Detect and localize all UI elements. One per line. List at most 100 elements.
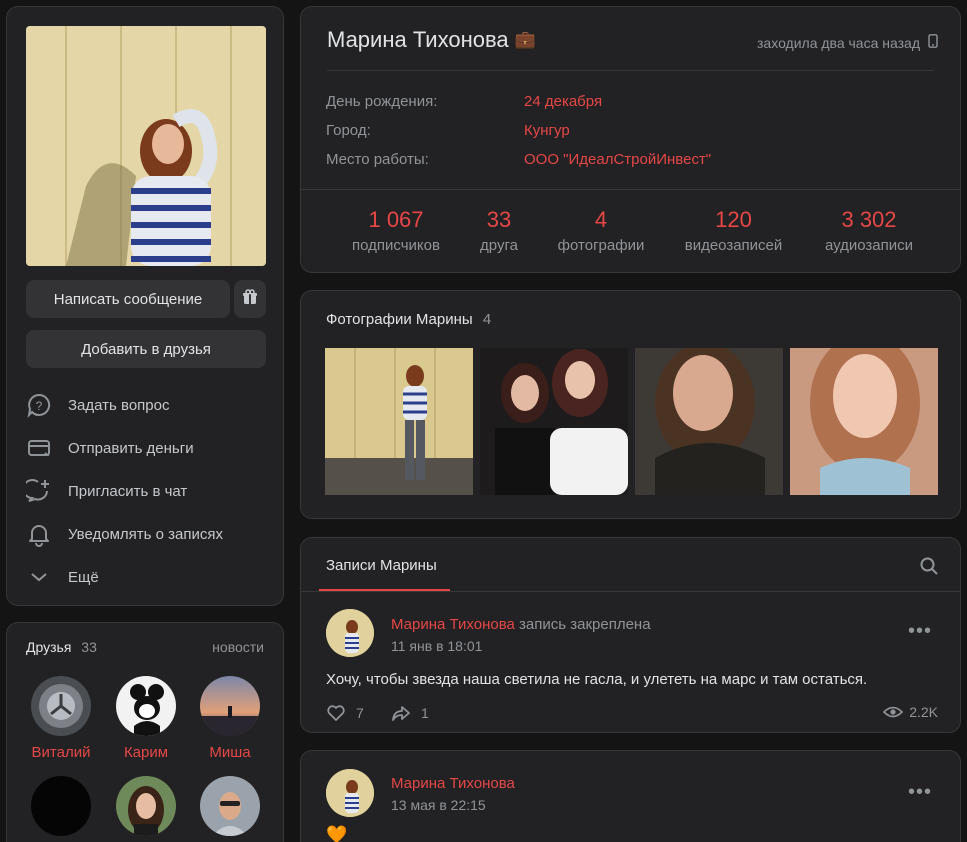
friend-avatar: [116, 676, 176, 736]
profile-name-text: Марина Тихонова: [327, 27, 509, 52]
work-value[interactable]: ООО "ИдеалСтройИнвест": [524, 151, 711, 168]
gift-button[interactable]: [234, 280, 266, 318]
photo-thumb[interactable]: [325, 348, 473, 495]
money-card-icon: [28, 440, 50, 456]
chevron-down-icon: [31, 573, 47, 582]
briefcase-icon[interactable]: 💼: [515, 30, 536, 50]
write-message-button[interactable]: Написать сообщение: [26, 280, 230, 318]
counter-number: 1 067: [368, 207, 424, 232]
ask-question-action[interactable]: ? Задать вопрос: [26, 390, 169, 420]
profile-avatar[interactable]: [26, 26, 266, 266]
photo-thumb[interactable]: [635, 348, 783, 495]
birthday-row: День рождения: 24 декабря: [326, 93, 602, 110]
photos-card: Фотографии Марины 4: [300, 290, 961, 519]
profile-info-card: Марина Тихонова 💼 заходила два часа наза…: [300, 6, 961, 273]
divider: [301, 189, 960, 190]
photos-counter[interactable]: 4 фотографии: [551, 207, 651, 254]
work-label: Место работы:: [326, 151, 429, 168]
more-actions[interactable]: Ещё: [26, 562, 99, 592]
add-friend-button[interactable]: Добавить в друзья: [26, 330, 266, 368]
photos-title: Фотографии Марины: [326, 311, 473, 328]
friend-avatar: [31, 676, 91, 736]
gift-icon: [242, 289, 258, 309]
city-label: Город:: [326, 122, 371, 139]
friend-name: Виталий: [31, 744, 91, 761]
wall-post-card: Марина Тихонова 13 мая в 22:15 ••• 🧡: [300, 750, 961, 842]
counter-number: 120: [715, 207, 752, 232]
divider: [301, 591, 960, 592]
share-icon: [392, 706, 410, 721]
share-count: 1: [421, 705, 429, 721]
work-row: Место работы: ООО "ИдеалСтройИнвест": [326, 151, 711, 168]
eye-icon: [883, 706, 904, 718]
friends-count: 33: [81, 639, 97, 655]
post-time[interactable]: 13 мая в 22:15: [391, 797, 486, 813]
invite-chat-label: Пригласить в чат: [68, 482, 188, 500]
videos-counter[interactable]: 120 видеозаписей: [676, 207, 791, 254]
add-friend-label: Добавить в друзья: [81, 340, 211, 358]
profile-name: Марина Тихонова 💼: [327, 27, 536, 53]
friends-card: Друзья 33 новости Виталий Карим Миша: [6, 622, 284, 842]
notify-posts-label: Уведомлять о записях: [68, 525, 223, 543]
search-icon[interactable]: [920, 557, 938, 580]
friends-title[interactable]: Друзья: [26, 639, 71, 655]
profile-side-card: Написать сообщение Добавить в друзья ? З…: [6, 6, 284, 606]
friend-avatar: [116, 776, 176, 836]
birthday-label: День рождения:: [326, 93, 438, 110]
invite-chat-action[interactable]: Пригласить в чат: [26, 476, 187, 506]
svg-text:?: ?: [36, 399, 43, 413]
photos-header[interactable]: Фотографии Марины 4: [326, 311, 491, 328]
friends-news-link[interactable]: новости: [212, 639, 264, 655]
write-message-label: Написать сообщение: [53, 290, 203, 308]
counter-number: 33: [486, 207, 512, 232]
divider: [327, 70, 934, 71]
friend-avatar: [200, 676, 260, 736]
friend-name: Миша: [209, 744, 251, 761]
post-pinned-note: запись закреплена: [519, 616, 651, 633]
notify-posts-action[interactable]: Уведомлять о записях: [26, 519, 223, 549]
post-avatar[interactable]: [326, 609, 374, 657]
counter-label: друга: [480, 237, 518, 254]
wall-card: Записи Марины Марина Тихонова запись зак…: [300, 537, 961, 733]
post-author-name[interactable]: Марина Тихонова: [391, 616, 515, 633]
post-text: Хочу, чтобы звезда наша светила не гасла…: [326, 671, 868, 688]
friend-item[interactable]: Виталий: [21, 676, 101, 761]
friend-name: Карим: [123, 744, 169, 761]
counter-label: видеозаписей: [684, 237, 783, 254]
views-count-block: 2.2K: [883, 704, 938, 720]
followers-counter[interactable]: 1 067 подписчиков: [337, 207, 455, 254]
bell-icon: [29, 525, 49, 547]
friend-item[interactable]: Карим: [106, 676, 186, 761]
post-time[interactable]: 11 янв в 18:01: [391, 638, 482, 654]
friends-counter[interactable]: 33 друга: [469, 207, 529, 254]
send-money-action[interactable]: Отправить деньги: [26, 433, 194, 463]
send-money-label: Отправить деньги: [68, 439, 194, 457]
friend-avatar: [31, 776, 91, 836]
city-value[interactable]: Кунгур: [524, 122, 570, 139]
views-count: 2.2K: [909, 704, 938, 720]
last-seen-text: заходила два часа назад: [757, 34, 920, 51]
counter-number: 3 302: [841, 207, 897, 232]
birthday-value[interactable]: 24 декабря: [524, 93, 602, 110]
post-text: 🧡: [326, 825, 348, 842]
friend-item[interactable]: Миша: [190, 676, 270, 761]
wall-tab[interactable]: Записи Марины: [326, 557, 437, 574]
share-button[interactable]: 1: [391, 704, 429, 722]
audio-counter[interactable]: 3 302 аудиозаписи: [813, 207, 925, 254]
heart-icon: [327, 705, 345, 721]
question-bubble-icon: ?: [27, 393, 51, 418]
friend-item[interactable]: [106, 776, 186, 842]
post-avatar[interactable]: [326, 769, 374, 817]
more-actions-label: Ещё: [68, 568, 99, 586]
more-options-icon[interactable]: •••: [908, 781, 932, 804]
photo-thumb[interactable]: [790, 348, 938, 495]
city-row: Город: Кунгур: [326, 122, 570, 139]
photo-thumb[interactable]: [480, 348, 628, 495]
friend-item[interactable]: [21, 776, 101, 842]
counter-label: фотографии: [557, 237, 645, 254]
like-count: 7: [356, 705, 364, 721]
like-button[interactable]: 7: [326, 704, 364, 722]
post-author-name[interactable]: Марина Тихонова: [391, 775, 515, 792]
more-options-icon[interactable]: •••: [908, 620, 932, 643]
friend-item[interactable]: [190, 776, 270, 842]
